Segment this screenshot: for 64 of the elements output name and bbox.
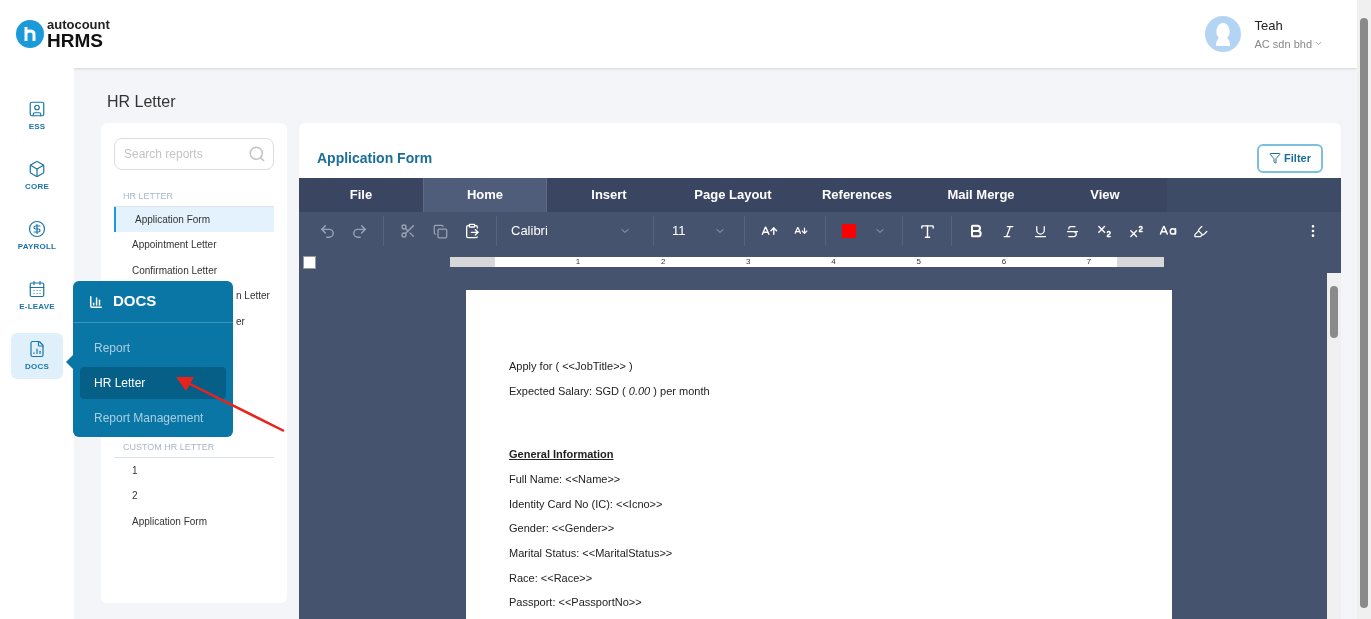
document-line: Gender: <<Gender>> xyxy=(509,521,616,537)
document-line: Full Name: <<Name>> xyxy=(509,471,622,487)
letter-item[interactable]: 1 xyxy=(114,457,274,483)
ruler-number: 3 xyxy=(746,257,751,267)
letter-item[interactable]: Appointment Letter xyxy=(114,232,274,258)
nav-item[interactable]: E-LEAVE xyxy=(11,273,63,319)
font-size-dropdown[interactable]: 11 xyxy=(662,221,736,241)
ruler-number: 6 xyxy=(1001,257,1007,267)
search-icon xyxy=(248,145,266,163)
letter-item[interactable]: 2 xyxy=(114,483,274,509)
ruler-number: 5 xyxy=(916,257,921,267)
calendar-icon xyxy=(28,279,46,298)
document-line: Marital Status: <<MaritalStatus>> xyxy=(509,545,674,561)
search-field[interactable]: Search reports xyxy=(114,138,274,170)
letter-item[interactable]: Application Form xyxy=(114,206,274,232)
company-selector[interactable]: AC sdn bhd xyxy=(1254,35,1323,52)
section-heading: HR LETTER xyxy=(114,190,274,207)
ribbon-tab[interactable]: References xyxy=(795,178,919,212)
chart-icon xyxy=(89,294,103,309)
ruler-number: 1 xyxy=(575,257,581,267)
nav-item[interactable]: DOCS xyxy=(11,333,63,379)
avatar-icon xyxy=(1204,16,1241,52)
flyout-title: DOCS xyxy=(113,291,157,312)
ribbon-tab[interactable]: Insert xyxy=(547,178,671,212)
ribbon-tab[interactable]: File xyxy=(299,178,423,212)
page-scrollbar[interactable] xyxy=(1357,0,1371,619)
filter-button[interactable]: Filter xyxy=(1257,143,1323,173)
letter-item[interactable]: er xyxy=(236,308,245,334)
user-name: Teah xyxy=(1254,17,1284,35)
nav-item[interactable]: PAYROLL xyxy=(11,213,63,259)
tab-stop-icon xyxy=(303,255,316,269)
letter-item[interactable]: Application Form xyxy=(114,508,274,534)
cube-icon xyxy=(28,159,46,178)
page-title: HR Letter xyxy=(106,92,177,112)
section-heading: CUSTOM HR LETTER xyxy=(114,441,274,458)
ruler-number: 2 xyxy=(660,257,666,267)
ruler-number: 7 xyxy=(1086,257,1092,267)
nav-item[interactable]: ESS xyxy=(11,93,63,139)
document-scrollbar[interactable] xyxy=(1327,273,1341,619)
ribbon-tab[interactable]: View xyxy=(1043,178,1167,212)
editor-title: Application Form xyxy=(317,148,433,168)
menu-item[interactable]: HR Letter xyxy=(80,367,226,399)
color-swatch-icon xyxy=(842,224,856,238)
ribbon-tab[interactable]: Mail Merge xyxy=(919,178,1043,212)
ribbon-tab[interactable]: Page Layout xyxy=(671,178,795,212)
font-dropdown[interactable]: Calibri xyxy=(505,221,645,241)
nav-item[interactable]: CORE xyxy=(11,153,63,199)
dollar-icon xyxy=(28,219,46,238)
document-line: Apply for ( <<JobTitle>> ) xyxy=(509,359,634,374)
letter-item[interactable]: Confirmation Letter xyxy=(114,257,274,283)
logo-brand: autocount xyxy=(47,18,110,31)
document-line: Identity Card No (IC): <<Icno>> xyxy=(509,496,664,512)
ruler-number: 4 xyxy=(831,257,836,267)
filter-icon xyxy=(1269,152,1282,164)
letter-item[interactable]: n Letter xyxy=(236,283,270,309)
id-card-icon xyxy=(28,99,46,118)
document-line: Expected Salary: SGD ( 0.00 ) per month xyxy=(509,383,711,399)
document-line: Race: <<Race>> xyxy=(509,570,594,586)
logo-name: HRMS xyxy=(47,31,104,50)
logo-icon xyxy=(16,20,44,48)
document-line: Passport: <<PassportNo>> xyxy=(509,595,643,611)
ribbon-tab[interactable]: Home xyxy=(423,178,547,212)
document-heading: General Information xyxy=(509,447,615,463)
file-chart-icon xyxy=(28,339,46,358)
